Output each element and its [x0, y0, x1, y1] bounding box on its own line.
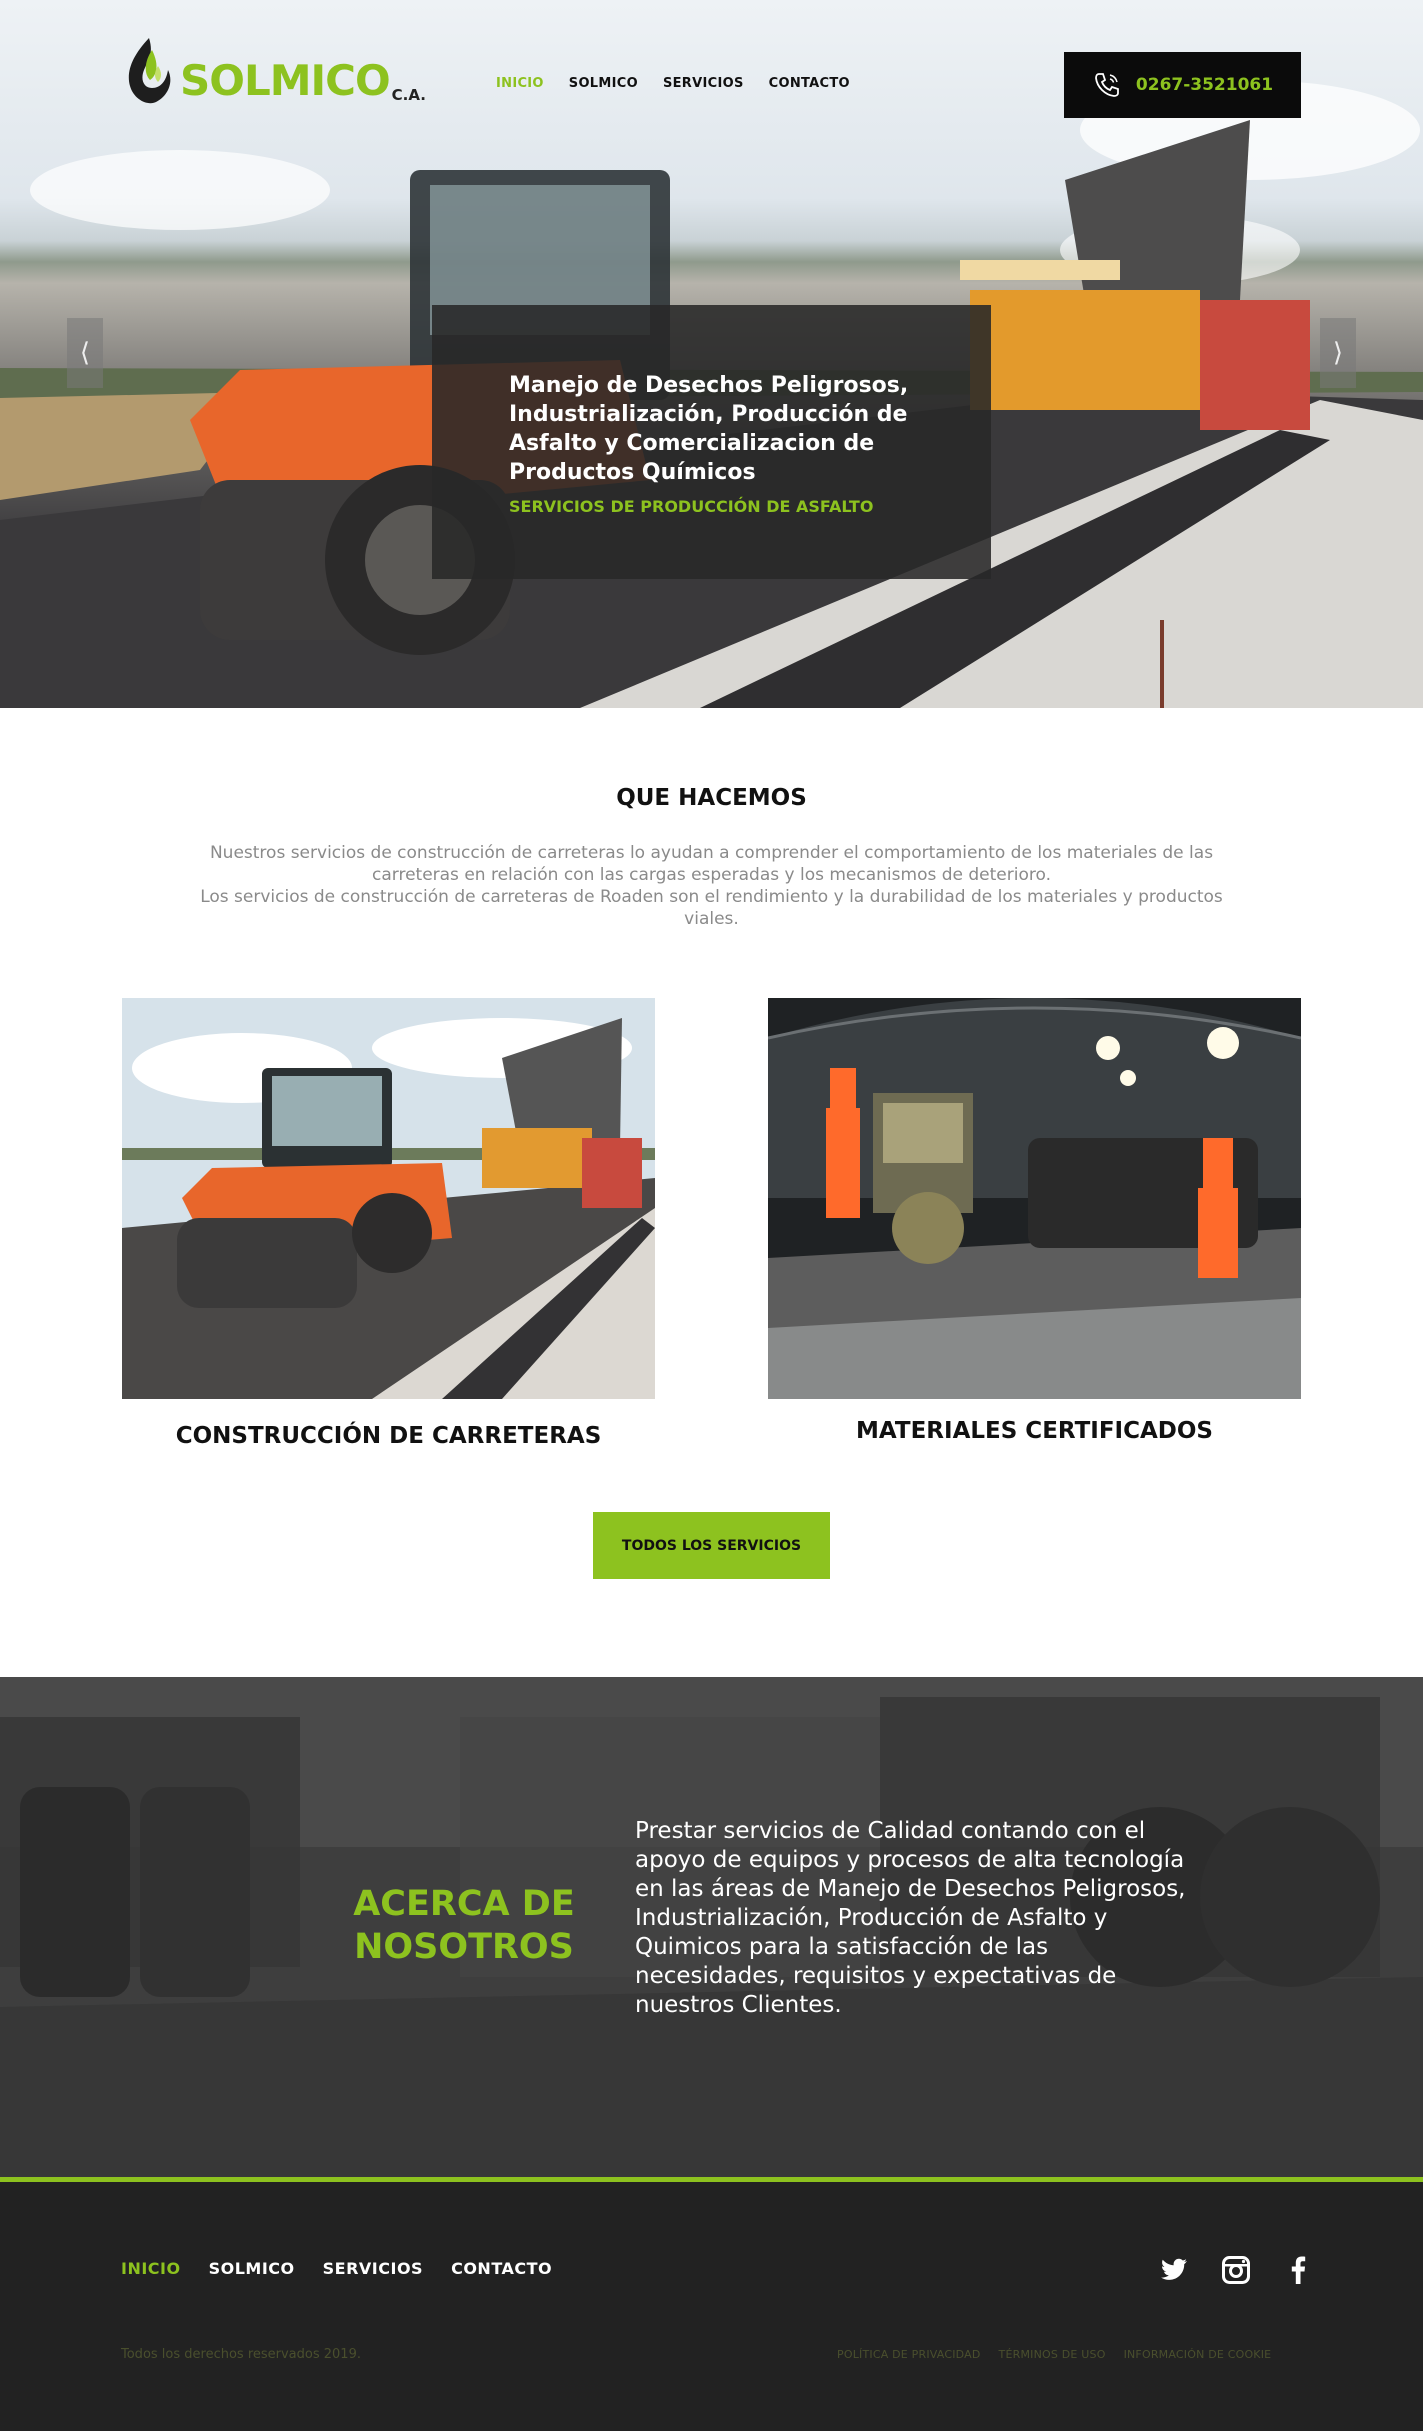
- legal-links: POLÍTICA DE PRIVACIDAD TÉRMINOS DE USO I…: [837, 2348, 1271, 2361]
- all-services-button[interactable]: TODOS LOS SERVICIOS: [593, 1512, 830, 1579]
- nav-item-servicios[interactable]: SERVICIOS: [663, 76, 744, 91]
- slider-prev-button[interactable]: ⟨: [67, 318, 103, 388]
- footer-nav: INICIO SOLMICO SERVICIOS CONTACTO: [121, 2259, 552, 2278]
- instagram-icon[interactable]: [1220, 2254, 1252, 2286]
- services-intro-line-2: Los servicios de construcción de carrete…: [200, 887, 1223, 929]
- facebook-icon[interactable]: [1282, 2254, 1314, 2286]
- service-card-title: MATERIALES CERTIFICADOS: [856, 1418, 1213, 1444]
- chevron-left-icon: ⟨: [79, 338, 91, 368]
- nav-item-contacto[interactable]: CONTACTO: [769, 76, 850, 91]
- phone-button[interactable]: 0267-3521061: [1064, 52, 1301, 118]
- nav-item-inicio[interactable]: INICIO: [496, 76, 544, 91]
- service-card-carreteras[interactable]: CONSTRUCCIÓN DE CARRETERAS: [122, 998, 655, 1449]
- road-roller-image: [122, 998, 655, 1399]
- service-card-image: [122, 998, 655, 1399]
- asphalt-workers-image: [768, 998, 1301, 1399]
- service-card-image: [768, 998, 1301, 1399]
- twitter-icon[interactable]: [1158, 2254, 1190, 2286]
- service-card-title: CONSTRUCCIÓN DE CARRETERAS: [175, 1423, 602, 1449]
- privacy-policy-link[interactable]: POLÍTICA DE PRIVACIDAD: [837, 2348, 981, 2361]
- brand-name: SOLMICO: [180, 56, 391, 105]
- footer-nav-item-servicios[interactable]: SERVICIOS: [323, 2259, 423, 2278]
- footer-nav-item-solmico[interactable]: SOLMICO: [209, 2259, 295, 2278]
- hero-caption: Manejo de Desechos Peligrosos, Industria…: [432, 305, 991, 579]
- hero-subheading: SERVICIOS DE PRODUCCIÓN DE ASFALTO: [509, 497, 874, 516]
- phone-number: 0267-3521061: [1135, 75, 1274, 95]
- service-card-materiales[interactable]: MATERIALES CERTIFICADOS: [768, 998, 1301, 1444]
- phone-icon: [1095, 73, 1119, 97]
- slider-next-button[interactable]: ⟩: [1320, 318, 1356, 388]
- nav-item-solmico[interactable]: SOLMICO: [569, 76, 638, 91]
- hero-slider: SOLMICO C.A. INICIO SOLMICO SERVICIOS CO…: [0, 0, 1423, 708]
- logo-flame-icon: [128, 38, 171, 104]
- terms-of-use-link[interactable]: TÉRMINOS DE USO: [999, 2348, 1106, 2361]
- about-title-line-2: NOSOTROS: [354, 1927, 574, 1967]
- services-intro-line-1: Nuestros servicios de construcción de ca…: [209, 843, 1214, 885]
- about-title: ACERCA DE NOSOTROS: [300, 1883, 628, 1969]
- footer: INICIO SOLMICO SERVICIOS CONTACTO Todos …: [0, 2182, 1423, 2431]
- main-nav: INICIO SOLMICO SERVICIOS CONTACTO: [496, 76, 850, 91]
- footer-nav-item-inicio[interactable]: INICIO: [121, 2259, 181, 2278]
- footer-nav-item-contacto[interactable]: CONTACTO: [451, 2259, 552, 2278]
- logo[interactable]: SOLMICO C.A.: [122, 36, 426, 106]
- services-title: QUE HACEMOS: [616, 785, 807, 811]
- chevron-right-icon: ⟩: [1332, 338, 1344, 368]
- about-title-line-1: ACERCA DE: [353, 1884, 575, 1924]
- cookie-info-link[interactable]: INFORMACIÓN DE COOKIE: [1124, 2348, 1272, 2361]
- services-intro: Nuestros servicios de construcción de ca…: [200, 842, 1223, 930]
- about-text: Prestar servicios de Calidad contando co…: [635, 1818, 1186, 2018]
- hero-heading: Manejo de Desechos Peligrosos, Industria…: [509, 373, 909, 485]
- social-links: [1158, 2254, 1314, 2286]
- copyright-text: Todos los derechos reservados 2019.: [121, 2347, 361, 2362]
- brand-suffix: C.A.: [391, 86, 426, 104]
- about-section: ACERCA DE NOSOTROS Prestar servicios de …: [0, 1677, 1423, 2178]
